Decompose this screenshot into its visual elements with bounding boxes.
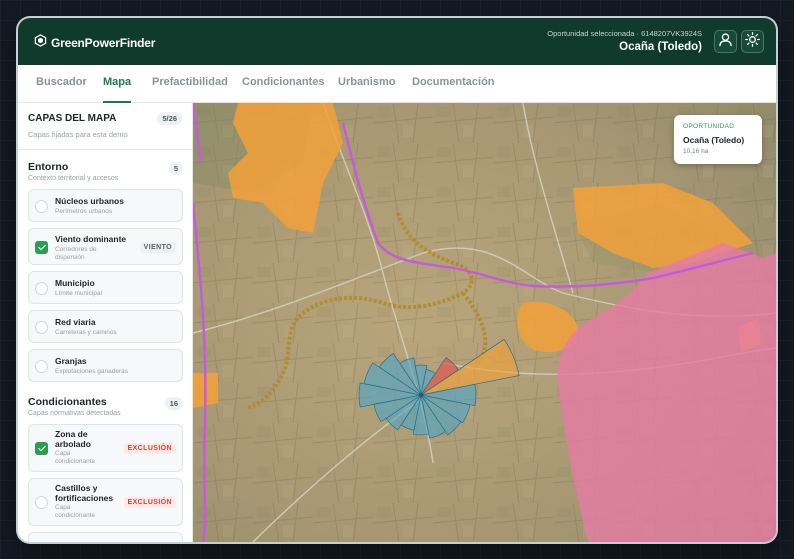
map-canvas[interactable] (193, 103, 776, 542)
theme-toggle-button[interactable] (741, 30, 764, 53)
section-count-condicionantes: 16 (164, 397, 183, 410)
layer-name: Castillos y fortificaciones (55, 483, 114, 503)
map-view[interactable]: OPORTUNIDAD Ocaña (Toledo) 10,16 ha (193, 103, 776, 542)
user-button[interactable] (714, 30, 737, 53)
layer-name: Red viaria (55, 317, 96, 327)
layer-granjas[interactable]: Granjas Explotaciones ganaderas (28, 349, 183, 382)
section-title-condicionantes: Condicionantes (28, 396, 107, 408)
layer-checkbox-checked[interactable] (35, 442, 48, 455)
layer-checkbox[interactable] (35, 496, 48, 509)
main-tabs: Buscador Mapa Prefactibilidad Condiciona… (18, 65, 776, 103)
layer-name: Zona de arbolado (55, 429, 91, 449)
tab-condicionantes[interactable]: Condicionantes (242, 65, 325, 103)
layer-red-viaria[interactable]: Red viaria Carreteras y caminos (28, 310, 183, 343)
section-condicionantes: Condicionantes Capas normativas detectad… (18, 396, 192, 417)
opportunity-card-area: 10,16 ha (683, 148, 709, 155)
sun-icon (745, 31, 760, 52)
layer-next-partial[interactable] (28, 532, 183, 542)
hexagon-logo-icon (34, 34, 47, 52)
opportunity-label: Oportunidad seleccionada · 6148207VK3924… (547, 29, 702, 38)
section-title-entorno: Entorno (28, 161, 69, 173)
tab-documentacion[interactable]: Documentación (412, 65, 495, 103)
layer-tag: EXCLUSIÓN (123, 497, 176, 508)
brand-logo[interactable]: GreenPowerFinder (34, 34, 155, 52)
layer-tag: EXCLUSIÓN (123, 443, 176, 454)
layer-desc: Corredores de dispersión (55, 246, 97, 261)
layers-count-badge: 5/26 (157, 112, 182, 125)
layer-checkbox[interactable] (35, 282, 48, 295)
layer-name: Granjas (55, 356, 87, 366)
layer-name: Viento dominante (55, 234, 127, 244)
layers-sidebar[interactable]: CAPAS DEL MAPA Capas fijadas para esta d… (18, 103, 193, 542)
tab-buscador[interactable]: Buscador (36, 65, 87, 103)
layer-desc: Perímetros urbanos (55, 208, 113, 215)
section-subtitle-condicionantes: Capas normativas detectadas (28, 410, 121, 417)
layer-checkbox[interactable] (35, 321, 48, 334)
layer-zona-arbolado[interactable]: Zona de arbolado Capa condicionante EXCL… (28, 424, 183, 472)
tab-prefactibilidad[interactable]: Prefactibilidad (152, 65, 228, 103)
layers-subtitle: Capas fijadas para esta demo (28, 130, 128, 139)
layer-checkbox-checked[interactable] (35, 241, 48, 254)
section-entorno: Entorno Contexto territorial y accesos 5 (18, 161, 192, 182)
layer-desc: Capa condicionante (55, 450, 96, 465)
section-count-entorno: 5 (168, 162, 183, 175)
layer-name: Núcleos urbanos (55, 196, 124, 206)
layer-checkbox[interactable] (35, 360, 48, 373)
layer-nucleos-urbanos[interactable]: Núcleos urbanos Perímetros urbanos (28, 189, 183, 222)
opportunity-card[interactable]: OPORTUNIDAD Ocaña (Toledo) 10,16 ha (674, 115, 762, 164)
app-window: GreenPowerFinder Oportunidad seleccionad… (18, 18, 776, 542)
tab-mapa[interactable]: Mapa (103, 65, 132, 103)
opportunity-card-label: OPORTUNIDAD (683, 123, 735, 130)
layer-checkbox[interactable] (35, 200, 48, 213)
layer-name: Municipio (55, 278, 95, 288)
selected-opportunity: Oportunidad seleccionada · 6148207VK3924… (547, 29, 702, 53)
opportunity-place: Ocaña (Toledo) (619, 41, 702, 53)
layers-header: CAPAS DEL MAPA Capas fijadas para esta d… (18, 103, 192, 150)
layer-municipio[interactable]: Municipio Límite municipal (28, 271, 183, 304)
section-subtitle-entorno: Contexto territorial y accesos (28, 175, 119, 182)
layer-desc: Límite municipal (55, 290, 102, 297)
layer-desc: Capa condicionante (55, 504, 96, 519)
opportunity-card-name: Ocaña (Toledo) (683, 135, 745, 145)
user-icon (718, 32, 733, 52)
layer-tag: VIENTO (139, 242, 176, 253)
tab-urbanismo[interactable]: Urbanismo (338, 65, 395, 103)
layer-desc: Explotaciones ganaderas (55, 368, 128, 375)
app-header: GreenPowerFinder Oportunidad seleccionad… (18, 18, 776, 65)
layer-desc: Carreteras y caminos (55, 329, 117, 336)
brand-name: GreenPowerFinder (51, 36, 156, 50)
layer-viento-dominante[interactable]: Viento dominante Corredores de dispersió… (28, 228, 183, 265)
layer-castillos-fortificaciones[interactable]: Castillos y fortificaciones Capa condici… (28, 478, 183, 526)
